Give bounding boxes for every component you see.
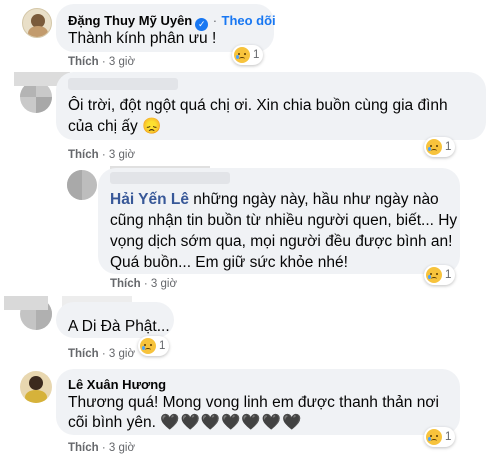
reaction-badge[interactable]: 1 <box>138 336 170 356</box>
separator: · <box>143 278 148 290</box>
comment-text-line: Thương quá! Mong vong linh em được thanh… <box>68 394 439 411</box>
separator: · <box>212 13 218 28</box>
timestamp[interactable]: 3 giờ <box>109 348 135 360</box>
comment-text: A Di Đà Phật... <box>68 318 170 335</box>
redacted-name <box>68 78 178 90</box>
redacted-name <box>4 296 48 310</box>
like-link[interactable]: Thích <box>68 442 99 454</box>
like-link[interactable]: Thích <box>68 149 99 161</box>
sad-reaction-icon <box>140 338 156 354</box>
reaction-count: 1 <box>445 141 452 153</box>
reaction-count: 1 <box>445 431 452 443</box>
reaction-badge[interactable]: 1 <box>424 265 456 285</box>
sad-reaction-icon <box>234 47 250 63</box>
sad-reaction-icon <box>426 429 442 445</box>
reaction-badge[interactable]: 1 <box>232 45 264 65</box>
reaction-badge[interactable]: 1 <box>424 427 456 447</box>
avatar[interactable] <box>22 8 52 38</box>
comment-text-line: vọng dịch sớm qua, mọi người đều được bì… <box>110 233 453 250</box>
comment-text-line: Ôi trời, đột ngột quá chị ơi. Xin chia b… <box>68 97 448 114</box>
like-link[interactable]: Thích <box>68 56 99 68</box>
comment-bubble: Hải Yến Lê những ngày này, hầu như ngày … <box>98 168 460 274</box>
like-link[interactable]: Thích <box>110 278 141 290</box>
comment-actions: Thích · 3 giờ <box>110 278 177 290</box>
comment-text-line: Hải Yến Lê những ngày này, hầu như ngày … <box>110 189 439 210</box>
comment-text: những ngày này, hầu như ngày nào <box>188 191 439 208</box>
comment-bubble: A Di Đà Phật... <box>56 302 174 338</box>
reaction-count: 1 <box>159 340 166 352</box>
separator: · <box>101 442 106 454</box>
comment-author[interactable]: Lê Xuân Hương <box>68 377 166 392</box>
follow-button[interactable]: Theo dõi <box>222 13 276 28</box>
reply-avatar[interactable] <box>67 170 97 200</box>
like-link[interactable]: Thích <box>68 348 99 360</box>
avatar[interactable] <box>20 371 52 403</box>
comment-bubble: Lê Xuân Hương Thương quá! Mong vong linh… <box>56 369 460 435</box>
separator: · <box>101 56 106 68</box>
comment-text: Thành kính phân ưu ! <box>68 30 217 47</box>
redacted-name <box>110 172 230 184</box>
comment-text-line: của chị ấy 😞 <box>68 118 162 135</box>
reaction-count: 1 <box>253 49 260 61</box>
comment-bubble: Ôi trời, đột ngột quá chị ơi. Xin chia b… <box>56 72 486 140</box>
reaction-badge[interactable]: 1 <box>424 137 456 157</box>
separator: · <box>101 348 106 360</box>
black-heart-icons: 🖤🖤🖤🖤🖤🖤🖤 <box>160 414 303 431</box>
comment-text: cõi bình yên. <box>68 414 156 431</box>
timestamp[interactable]: 3 giờ <box>151 278 177 290</box>
timestamp[interactable]: 3 giờ <box>109 149 135 161</box>
sad-reaction-icon <box>426 267 442 283</box>
mention-link[interactable]: Hải Yến Lê <box>110 191 189 208</box>
comment-text-line: cũng nhận tin buồn từ nhiều người quen, … <box>110 212 458 229</box>
sad-reaction-icon <box>426 139 442 155</box>
comment-text-line: cõi bình yên. 🖤🖤🖤🖤🖤🖤🖤 <box>68 412 302 433</box>
comment-actions: Thích · 3 giờ <box>68 442 135 454</box>
comment-actions: Thích · 3 giờ <box>68 56 135 68</box>
comment-actions: Thích · 3 giờ <box>68 348 135 360</box>
separator: · <box>101 149 106 161</box>
comment-author[interactable]: Đặng Thuy Mỹ Uyên <box>68 13 192 28</box>
reaction-count: 1 <box>445 269 452 281</box>
timestamp[interactable]: 3 giờ <box>109 56 135 68</box>
comment-actions: Thích · 3 giờ <box>68 149 135 161</box>
comment-text-line: Quá buồn... Em giữ sức khỏe nhé! <box>110 254 348 271</box>
timestamp[interactable]: 3 giờ <box>109 442 135 454</box>
